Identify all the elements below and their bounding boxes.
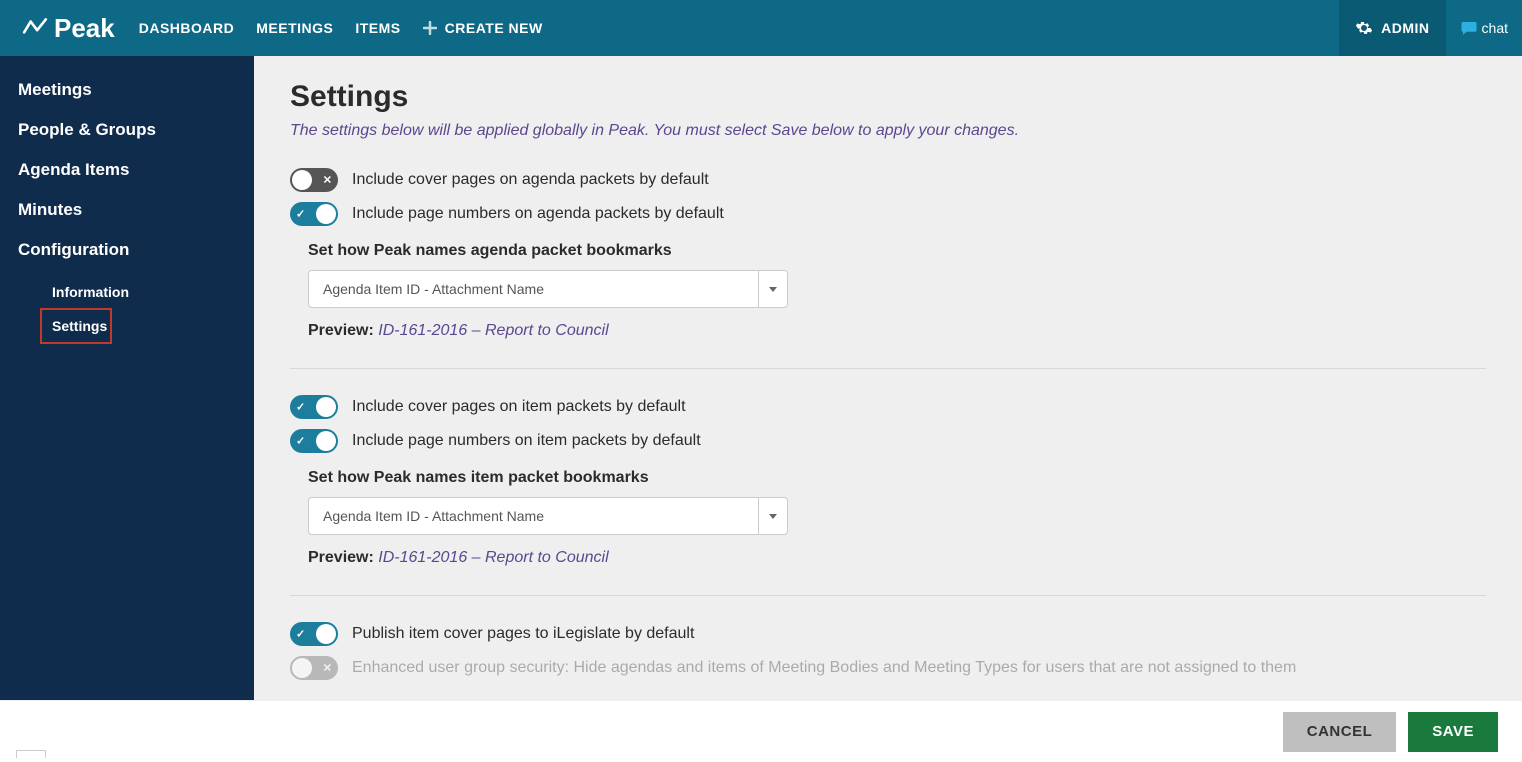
toggle-agenda-pages[interactable]: ✓ bbox=[290, 202, 338, 226]
sidebar-configuration[interactable]: Configuration bbox=[0, 230, 254, 270]
item-bookmark-dropdown[interactable]: Agenda Item ID - Attachment Name bbox=[308, 497, 788, 535]
topbar-right: ADMIN chat bbox=[1339, 0, 1522, 56]
nav-meetings[interactable]: MEETINGS bbox=[256, 20, 333, 36]
sidebar-agenda-items[interactable]: Agenda Items bbox=[0, 150, 254, 190]
nav-items[interactable]: ITEMS bbox=[355, 20, 400, 36]
chevron-down-icon[interactable] bbox=[758, 497, 788, 535]
save-button[interactable]: SAVE bbox=[1408, 712, 1498, 752]
label-item-cover: Include cover pages on item packets by d… bbox=[352, 398, 686, 416]
label-publish-ilegislate: Publish item cover pages to iLegislate b… bbox=[352, 625, 694, 643]
topnav: DASHBOARD MEETINGS ITEMS CREATE NEW bbox=[139, 20, 543, 36]
peak-logo-icon bbox=[22, 15, 48, 41]
sidebar-sub-settings[interactable]: Settings bbox=[40, 308, 112, 344]
item-bookmark-label: Set how Peak names item packet bookmarks bbox=[308, 469, 1486, 487]
admin-button[interactable]: ADMIN bbox=[1339, 0, 1445, 56]
brand-text: Peak bbox=[54, 13, 115, 44]
sidebar-minutes[interactable]: Minutes bbox=[0, 190, 254, 230]
nav-create-new[interactable]: CREATE NEW bbox=[423, 20, 543, 36]
nav-create-new-label: CREATE NEW bbox=[445, 20, 543, 36]
brand-logo[interactable]: Peak bbox=[0, 13, 133, 44]
agenda-bookmark-label: Set how Peak names agenda packet bookmar… bbox=[308, 242, 1486, 260]
toggle-agenda-cover[interactable]: ✕ bbox=[290, 168, 338, 192]
toggle-item-cover[interactable]: ✓ bbox=[290, 395, 338, 419]
agenda-preview: Preview: ID-161-2016 – Report to Council bbox=[308, 322, 1486, 340]
label-agenda-pages: Include page numbers on agenda packets b… bbox=[352, 205, 724, 223]
chevron-down-icon[interactable] bbox=[758, 270, 788, 308]
toggle-item-pages[interactable]: ✓ bbox=[290, 429, 338, 453]
item-preview: Preview: ID-161-2016 – Report to Council bbox=[308, 549, 1486, 567]
cancel-button[interactable]: CANCEL bbox=[1283, 712, 1397, 752]
item-bookmark-value: Agenda Item ID - Attachment Name bbox=[308, 497, 758, 535]
toggle-enhanced-security[interactable]: ✕ bbox=[290, 656, 338, 680]
nav-dashboard[interactable]: DASHBOARD bbox=[139, 20, 235, 36]
chat-button[interactable]: chat bbox=[1446, 0, 1522, 56]
plus-icon bbox=[423, 21, 437, 35]
footer-stub bbox=[16, 750, 46, 758]
page-subtitle: The settings below will be applied globa… bbox=[290, 122, 1486, 140]
sidebar-meetings[interactable]: Meetings bbox=[0, 70, 254, 110]
content-area: Settings The settings below will be appl… bbox=[254, 56, 1522, 700]
page-title: Settings bbox=[290, 80, 1486, 114]
sidebar: Meetings People & Groups Agenda Items Mi… bbox=[0, 56, 254, 700]
sidebar-people-groups[interactable]: People & Groups bbox=[0, 110, 254, 150]
divider bbox=[290, 368, 1486, 369]
sidebar-sub-information[interactable]: Information bbox=[0, 276, 254, 308]
chat-icon bbox=[1460, 19, 1478, 37]
label-item-pages: Include page numbers on item packets by … bbox=[352, 432, 701, 450]
toggle-publish-ilegislate[interactable]: ✓ bbox=[290, 622, 338, 646]
divider bbox=[290, 595, 1486, 596]
gear-icon bbox=[1355, 19, 1373, 37]
label-agenda-cover: Include cover pages on agenda packets by… bbox=[352, 171, 709, 189]
label-enhanced-security: Enhanced user group security: Hide agend… bbox=[352, 659, 1296, 677]
agenda-bookmark-dropdown[interactable]: Agenda Item ID - Attachment Name bbox=[308, 270, 788, 308]
chat-label: chat bbox=[1482, 20, 1508, 36]
admin-label: ADMIN bbox=[1381, 20, 1429, 36]
agenda-bookmark-value: Agenda Item ID - Attachment Name bbox=[308, 270, 758, 308]
topbar: Peak DASHBOARD MEETINGS ITEMS CREATE NEW… bbox=[0, 0, 1522, 56]
footer-bar: CANCEL SAVE bbox=[0, 700, 1522, 762]
